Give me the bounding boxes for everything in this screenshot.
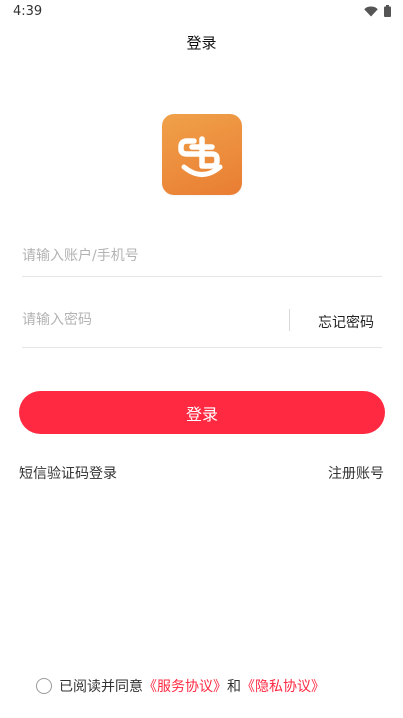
battery-icon: [384, 5, 391, 17]
password-input[interactable]: [22, 308, 272, 332]
wifi-icon: [364, 6, 378, 17]
service-agreement-link[interactable]: 《服务协议》: [143, 676, 227, 696]
forgot-password-link[interactable]: 忘记密码: [318, 312, 374, 332]
app-logo-icon: [178, 136, 223, 177]
agree-checkbox[interactable]: [36, 678, 52, 694]
status-time: 4:39: [13, 4, 43, 19]
password-divider: [289, 309, 290, 331]
status-bar: 4:39: [0, 0, 403, 24]
password-field: 忘记密码: [22, 308, 382, 348]
login-button[interactable]: 登录: [19, 391, 385, 434]
account-input[interactable]: [22, 244, 382, 268]
agreement-and: 和: [227, 679, 241, 695]
app-logo: [162, 114, 242, 195]
privacy-policy-link[interactable]: 《隐私协议》: [241, 676, 325, 696]
agreement-row: 已阅读并同意 《服务协议》 和 《隐私协议》: [36, 676, 325, 696]
status-icons: [364, 5, 391, 17]
sms-login-link[interactable]: 短信验证码登录: [19, 463, 117, 483]
agreement-prefix: 已阅读并同意: [59, 679, 143, 695]
register-link[interactable]: 注册账号: [328, 463, 384, 483]
page-title: 登录: [186, 34, 217, 52]
account-field: [22, 244, 382, 277]
